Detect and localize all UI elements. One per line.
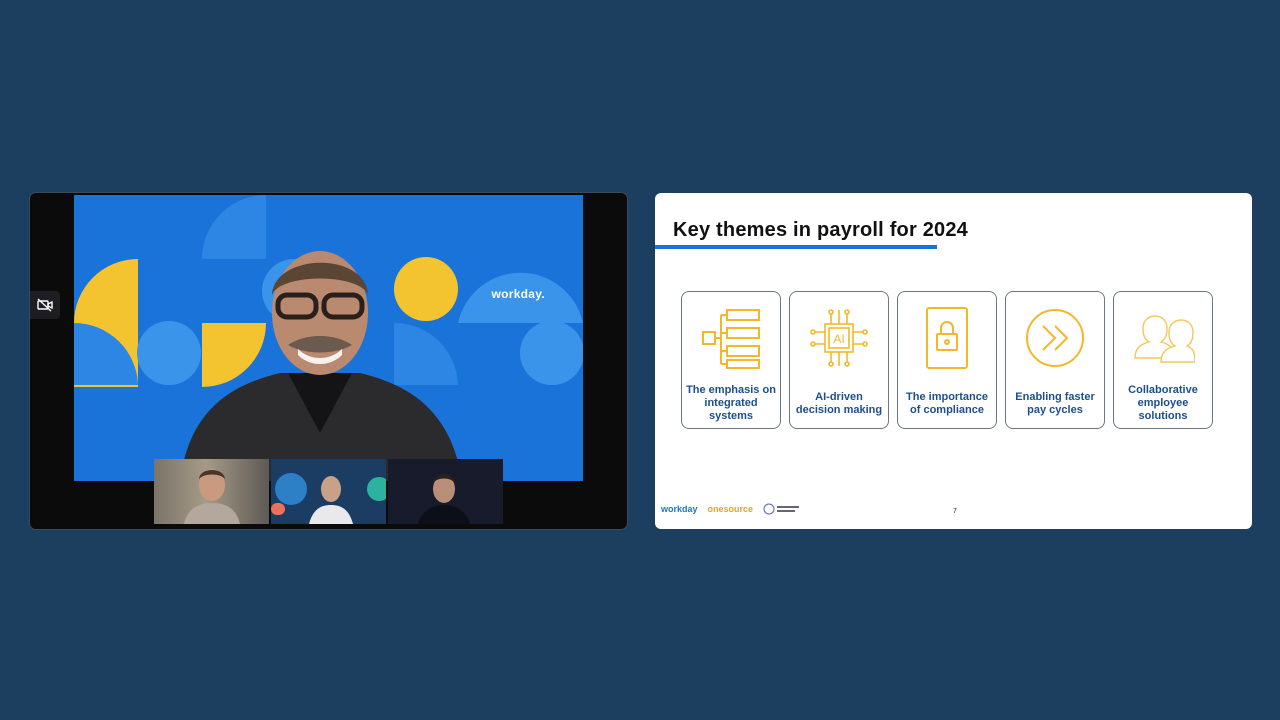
theme-card: The emphasis on integrated systems bbox=[681, 291, 781, 429]
theme-card: Collaborative employee solutions bbox=[1113, 291, 1213, 429]
title-underline bbox=[655, 245, 937, 249]
video-off-icon bbox=[37, 298, 53, 312]
shared-slide: Key themes in payroll for 2024 The empha… bbox=[655, 193, 1252, 529]
page-number: 7 bbox=[953, 508, 957, 515]
participant-avatar bbox=[418, 474, 470, 524]
theme-card-label: Collaborative employee solutions bbox=[1128, 384, 1198, 422]
participant-tile[interactable] bbox=[271, 459, 386, 524]
speaker-avatar bbox=[180, 251, 462, 481]
main-speaker-feed: workday. bbox=[74, 195, 583, 481]
theme-card: The importance of compliance bbox=[897, 291, 997, 429]
participant-avatar bbox=[184, 469, 240, 524]
workday-footer-logo: workday bbox=[661, 504, 698, 514]
workday-logo: workday. bbox=[491, 287, 545, 301]
video-panel: workday. bbox=[30, 193, 627, 529]
theme-card-label: Enabling faster pay cycles bbox=[1015, 391, 1095, 416]
people-icon bbox=[1134, 315, 1195, 363]
slide-title: Key themes in payroll for 2024 bbox=[673, 219, 969, 241]
theme-cards: The emphasis on integrated systems AI AI… bbox=[681, 291, 1213, 429]
theme-card: Enabling faster pay cycles bbox=[1005, 291, 1105, 429]
svg-text:AI: AI bbox=[833, 332, 844, 346]
flowchart-icon bbox=[702, 309, 760, 369]
fast-forward-icon bbox=[1026, 309, 1084, 367]
onesource-logo: onesource bbox=[707, 504, 754, 514]
theme-card: AI AI-driven decision making bbox=[789, 291, 889, 429]
theme-card-label: The emphasis on integrated systems bbox=[686, 384, 776, 422]
lock-icon bbox=[926, 307, 968, 369]
participant-tile[interactable] bbox=[154, 459, 269, 524]
ai-chip-icon: AI bbox=[810, 309, 868, 367]
participant-thumbnails bbox=[154, 459, 503, 524]
theme-card-label: The importance of compliance bbox=[906, 391, 988, 416]
participant-tile[interactable] bbox=[388, 459, 503, 524]
partner-logo-icon bbox=[763, 503, 800, 515]
camera-toggle-button[interactable] bbox=[30, 291, 60, 319]
footer-logos: workday onesource bbox=[661, 503, 803, 515]
theme-card-label: AI-driven decision making bbox=[795, 391, 883, 416]
participant-avatar bbox=[271, 473, 386, 524]
